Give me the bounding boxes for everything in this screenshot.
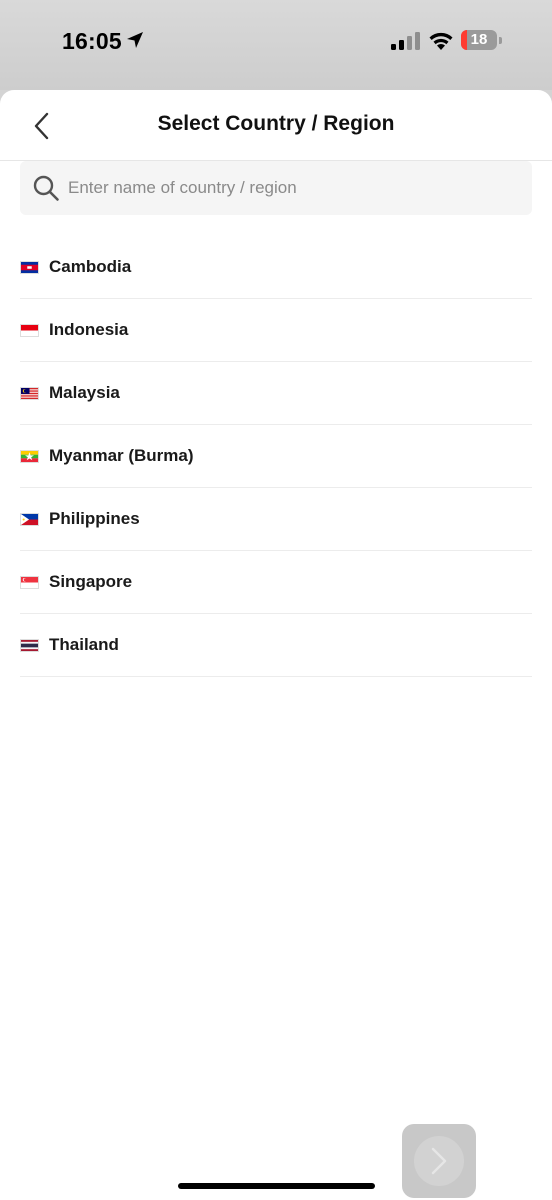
battery-level-text: 18 [470, 31, 488, 48]
list-item-singapore[interactable]: Singapore [20, 551, 532, 614]
list-item-cambodia[interactable]: Cambodia [20, 236, 532, 299]
list-item-philippines[interactable]: Philippines [20, 488, 532, 551]
status-time: 16:05 [62, 28, 122, 54]
search-input[interactable] [68, 161, 518, 215]
singapore-flag-icon [20, 575, 39, 589]
philippines-flag-icon [20, 512, 39, 526]
page-title: Select Country / Region [157, 112, 395, 135]
country-list: Cambodia Indonesia Malaysia Myanmar (Bur… [20, 236, 532, 677]
list-item-myanmar[interactable]: Myanmar (Burma) [20, 425, 532, 488]
country-name: Malaysia [49, 383, 120, 402]
country-name: Indonesia [49, 320, 129, 339]
search-bar[interactable] [20, 161, 532, 215]
country-name: Thailand [49, 635, 119, 654]
cambodia-flag-icon [20, 260, 39, 274]
country-name: Myanmar (Burma) [49, 446, 194, 465]
malaysia-flag-icon [20, 386, 39, 400]
thailand-flag-icon [20, 638, 39, 652]
battery-nub [499, 37, 502, 44]
list-item-malaysia[interactable]: Malaysia [20, 362, 532, 425]
country-name: Philippines [49, 509, 140, 528]
search-icon [33, 175, 59, 201]
country-name: Cambodia [49, 257, 132, 276]
country-selection-sheet: Select Country / Region Cambodia [0, 90, 552, 1200]
location-arrow-icon [127, 32, 143, 48]
list-item-indonesia[interactable]: Indonesia [20, 299, 532, 362]
list-item-thailand[interactable]: Thailand [20, 614, 532, 677]
myanmar-flag-icon [20, 449, 39, 463]
nav-bar: Select Country / Region [0, 90, 552, 161]
cellular-signal-icon [391, 32, 420, 50]
home-indicator [178, 1183, 375, 1189]
next-button-circle [414, 1136, 464, 1186]
country-name: Singapore [49, 572, 133, 591]
indonesia-flag-icon [20, 323, 39, 337]
next-button[interactable] [402, 1124, 476, 1198]
status-bar: 16:05 18 [0, 0, 552, 90]
wifi-icon [429, 32, 453, 50]
battery-icon: 18 [461, 30, 497, 50]
chevron-right-icon [431, 1147, 447, 1175]
